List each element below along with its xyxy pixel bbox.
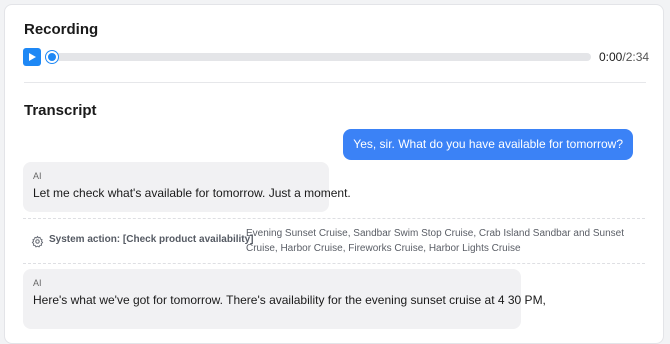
recording-title: Recording [24, 21, 99, 38]
gear-icon [31, 235, 44, 248]
call-detail-card: Recording 0:00/2:34 Transcript Yes, sir.… [4, 4, 664, 344]
section-divider [24, 82, 646, 83]
transcript-title: Transcript [24, 102, 97, 119]
audio-progress-handle[interactable] [46, 51, 58, 63]
current-time: 0:00 [599, 50, 623, 64]
user-message: Yes, sir. What do you have available for… [343, 129, 633, 160]
message-text: Here's what we've got for tomorrow. Ther… [33, 293, 546, 307]
ai-message: AI Let me check what's available for tom… [23, 162, 351, 212]
system-action-result: Evening Sunset Cruise, Sandbar Swim Stop… [246, 228, 624, 254]
play-icon [29, 53, 36, 61]
speaker-label: AI [33, 278, 42, 288]
play-button[interactable] [23, 48, 41, 66]
speaker-label: AI [33, 171, 42, 181]
total-time: 2:34 [625, 50, 650, 64]
message-text: Let me check what's available for tomorr… [33, 186, 351, 200]
playback-time: 0:00/2:34 [599, 50, 649, 64]
audio-progress-track[interactable] [45, 53, 591, 61]
system-action-label: System action: [Check product availabili… [49, 234, 254, 245]
system-action-row: System action: [Check product availabili… [23, 218, 645, 264]
ai-message: AI Here's what we've got for tomorrow. T… [23, 269, 546, 329]
